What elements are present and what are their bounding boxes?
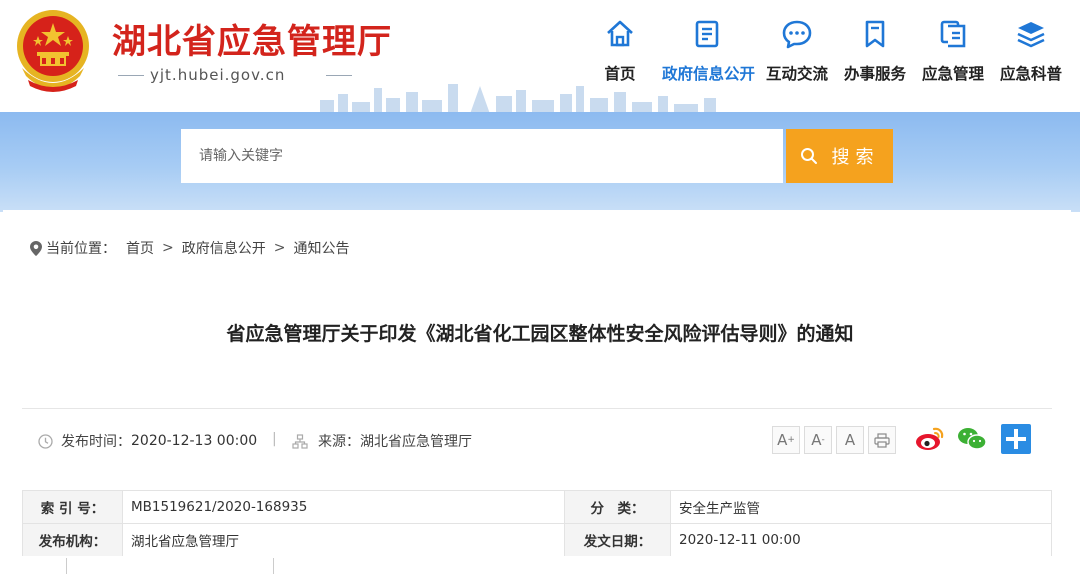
nav-label-home: 首页 — [604, 65, 636, 83]
divider — [273, 558, 274, 574]
nav-label-science: 应急科普 — [999, 65, 1062, 83]
table-row: 发布机构： 湖北省应急管理厅 发文日期： 2020-12-11 00:00 — [22, 523, 1052, 557]
search-button[interactable]: 搜索 — [786, 129, 893, 183]
info-table: 索 引 号： MB1519621/2020-168935 分 类： 安全生产监管… — [22, 490, 1052, 557]
printer-icon — [874, 432, 890, 448]
national-emblem-logo[interactable] — [8, 6, 98, 98]
table-value: 安全生产监管 — [670, 490, 1052, 524]
plus-share-icon[interactable] — [1000, 423, 1032, 455]
nav-label-services: 办事服务 — [843, 65, 906, 83]
breadcrumb-separator: > — [273, 240, 286, 256]
table-value: 湖北省应急管理厅 — [122, 523, 565, 557]
nav-label-emergency-mgmt: 应急管理 — [921, 65, 984, 83]
table-key: 分 类： — [564, 490, 671, 524]
breadcrumb-separator: > — [162, 240, 174, 256]
nav-item-interaction[interactable]: 互动交流 — [752, 18, 842, 84]
document-icon — [695, 20, 719, 48]
location-pin-icon — [30, 240, 42, 256]
table-key: 索 引 号： — [22, 490, 123, 524]
divider — [66, 558, 67, 574]
table-key: 发文日期： — [564, 523, 671, 557]
nav-item-gov-info[interactable]: 政府信息公开 — [662, 18, 756, 84]
nav-item-science[interactable]: 应急科普 — [986, 18, 1076, 84]
font-size-medium-button[interactable]: A- — [804, 426, 832, 454]
font-size-large-button[interactable]: A + — [772, 426, 800, 454]
source-label: 来源： — [318, 434, 360, 450]
city-skyline-decoration — [320, 84, 716, 112]
weibo-icon[interactable] — [914, 423, 946, 455]
nav-item-emergency-mgmt[interactable]: 应急管理 — [908, 18, 998, 84]
table-value: MB1519621/2020-168935 — [122, 490, 565, 524]
font-size-small-button[interactable]: A — [836, 426, 864, 454]
bookmark-icon — [865, 20, 885, 48]
search-icon — [800, 148, 817, 164]
publish-time-label: 发布时间： — [61, 434, 131, 450]
domain-divider-left — [118, 75, 144, 76]
table-key: 发布机构： — [22, 523, 123, 557]
breadcrumb-home[interactable]: 首页 — [126, 238, 154, 258]
domain-divider-right — [326, 75, 352, 76]
site-title[interactable]: 湖北省应急管理厅 — [112, 14, 392, 63]
search-input[interactable] — [181, 129, 783, 183]
table-row: 索 引 号： MB1519621/2020-168935 分 类： 安全生产监管 — [22, 490, 1052, 524]
print-button[interactable] — [868, 426, 896, 454]
home-icon — [607, 20, 633, 47]
nav-item-home[interactable]: 首页 — [575, 18, 665, 84]
font-medium-glyph: A — [811, 431, 822, 449]
files-icon — [940, 20, 966, 48]
bottom-strip — [0, 556, 1080, 574]
source-value: 湖北省应急管理厅 — [360, 434, 472, 450]
breadcrumb-label: 当前位置： — [46, 241, 116, 257]
table-value: 2020-12-11 00:00 — [670, 523, 1052, 557]
layers-icon — [1017, 22, 1045, 48]
clock-icon — [38, 433, 53, 449]
article-title: 省应急管理厅关于印发《湖北省化工园区整体性安全风险评估导则》的通知 — [226, 323, 854, 345]
font-large-glyph: A — [777, 431, 788, 449]
publish-time-value: 2020-12-13 00:00 — [131, 433, 258, 449]
breadcrumb: 当前位置： 首页 > 政府信息公开 > 通知公告 — [30, 238, 349, 258]
breadcrumb-notices[interactable]: 通知公告 — [293, 238, 349, 258]
site-domain: yjt.hubei.gov.cn — [150, 66, 286, 84]
nav-label-gov-info: 政府信息公开 — [662, 65, 756, 83]
meta-divider: | — [272, 431, 277, 447]
org-chart-icon — [292, 433, 308, 449]
search-button-label: 搜索 — [831, 147, 880, 167]
breadcrumb-gov-info[interactable]: 政府信息公开 — [182, 238, 266, 258]
wechat-icon[interactable] — [956, 423, 988, 455]
nav-item-services[interactable]: 办事服务 — [830, 18, 920, 84]
article-meta-bar: 发布时间： 2020-12-13 00:00 | 来源： 湖北省应急管理厅 A +… — [22, 408, 1052, 474]
font-small-glyph: A — [844, 431, 856, 449]
publish-time: 发布时间： 2020-12-13 00:00 — [38, 431, 257, 451]
nav-label-interaction: 互动交流 — [765, 65, 828, 83]
chat-icon — [782, 20, 812, 49]
article-source: 来源： 湖北省应急管理厅 — [292, 431, 472, 451]
